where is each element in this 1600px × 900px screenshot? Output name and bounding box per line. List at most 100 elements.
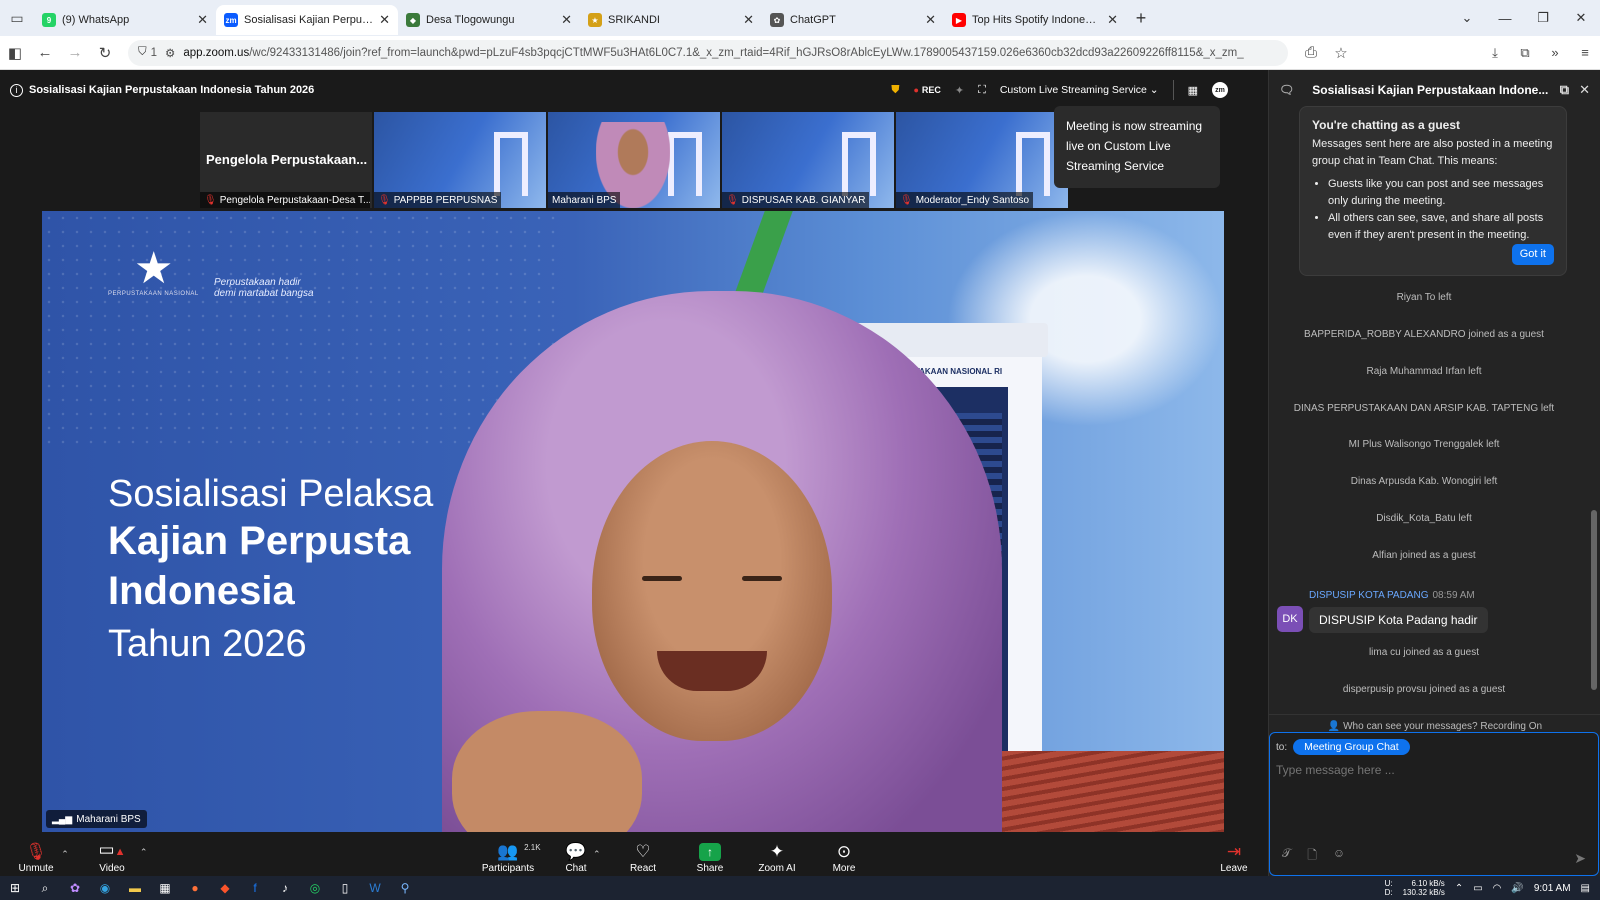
tiktok-icon[interactable]: ♪ (270, 881, 300, 895)
message-sender[interactable]: DISPUSIP KOTA PADANG (1309, 590, 1428, 601)
chat-system-event: Raja Muhammad Irfan left (1366, 366, 1482, 377)
browser-tab[interactable]: ✿ ChatGPT ✕ (762, 5, 944, 35)
file-explorer-icon[interactable]: ▬ (120, 881, 150, 895)
recipient-selector[interactable]: Meeting Group Chat (1293, 739, 1410, 755)
volume-icon[interactable]: 🔊 (1511, 883, 1523, 894)
slide-title-line-3: Indonesia (108, 569, 295, 613)
browser-tab[interactable]: ▶ Top Hits Spotify Indonesia 2026 ✕ (944, 5, 1126, 35)
browser-tab[interactable]: ◆ Desa Tlogowungu ✕ (398, 5, 580, 35)
tab-close-icon[interactable]: ✕ (1107, 12, 1118, 28)
minimize-button[interactable]: — (1486, 11, 1524, 26)
browser-tab[interactable]: 9 (9) WhatsApp ✕ (34, 5, 216, 35)
chat-button[interactable]: 💬 ⌃ Chat (546, 834, 606, 874)
menu-icon[interactable]: ≡ (1570, 45, 1600, 61)
tab-list-icon[interactable]: ▭ (0, 0, 34, 36)
attach-file-icon[interactable]: 🗋 (1307, 846, 1317, 867)
bookmark-star-icon[interactable]: ☆ (1326, 44, 1356, 62)
zoom-ai-button[interactable]: ✦ Zoom AI (747, 834, 807, 874)
tab-close-icon[interactable]: ✕ (197, 12, 208, 28)
chat-system-event: disperpusip provsu joined as a guest (1342, 684, 1506, 695)
security-shield-icon[interactable]: ⛊ (891, 84, 899, 97)
tab-close-icon[interactable]: ✕ (925, 12, 936, 28)
chat-options-caret[interactable]: ⌃ (593, 843, 601, 865)
start-windows-icon[interactable]: ⊞ (0, 881, 30, 895)
sidebar-toggle-icon[interactable]: ◧ (0, 44, 30, 62)
tagline-line-2: demi martabat bangsa (214, 288, 314, 299)
message-time: 08:59 AM (1432, 590, 1475, 601)
firefox-icon[interactable]: ● (180, 881, 210, 895)
tab-close-icon[interactable]: ✕ (743, 12, 754, 28)
install-app-icon[interactable]: ⎙ (1296, 44, 1326, 61)
brave-icon[interactable]: ◆ (210, 881, 240, 895)
participants-button[interactable]: 👥 2.1K Participants (478, 834, 541, 874)
format-text-icon[interactable]: 𝒯 (1282, 846, 1291, 867)
recording-indicator[interactable]: REC (913, 85, 941, 95)
extensions-icon[interactable]: ⧉ (1510, 45, 1540, 61)
wifi-icon[interactable]: ◠ (1493, 883, 1502, 894)
close-window-button[interactable]: ✕ (1562, 10, 1600, 26)
overflow-chevron-icon[interactable]: » (1540, 45, 1570, 61)
battery-icon[interactable]: ▭ (1473, 883, 1482, 894)
clock[interactable]: 9:01 AM (1534, 883, 1571, 894)
new-tab-button[interactable]: + (1126, 8, 1156, 29)
document-icon[interactable]: ▯ (330, 881, 360, 895)
back-button[interactable]: ← (30, 44, 60, 61)
participant-thumbnails: Pengelola Perpustakaan... 🎙 Pengelola Perp… (200, 112, 1068, 208)
share-label: Share (696, 863, 724, 874)
video-options-caret[interactable]: ⌃ (140, 841, 148, 863)
close-chat-icon[interactable]: ✕ (1579, 82, 1590, 98)
store-icon[interactable]: ▦ (150, 881, 180, 895)
edge-icon[interactable]: ◉ (90, 881, 120, 895)
restore-button[interactable]: ❐ (1524, 10, 1562, 26)
app-icon[interactable]: ⚲ (390, 881, 420, 895)
video-button[interactable]: ▭▲ ⌃ Video (82, 834, 148, 874)
message-visibility-notice[interactable]: 👤 Who can see your messages? Recording O… (1269, 714, 1600, 732)
download-icon[interactable]: ⤓ (1480, 45, 1510, 61)
unmute-button[interactable]: 🎙 ⌃ Unmute (6, 834, 69, 874)
thumbnail-nameplate: 🎙 Pengelola Perpustakaan-Desa T... (200, 192, 370, 208)
message-bubble[interactable]: DISPUSIP Kota Padang hadir (1309, 607, 1488, 633)
react-button[interactable]: ♡ React (613, 834, 673, 874)
live-stream-dropdown[interactable]: Custom Live Streaming Service ⌄ (1000, 84, 1159, 96)
browser-tab[interactable]: zm Sosialisasi Kajian Perpustakaan ✕ (216, 5, 398, 35)
participant-thumbnail[interactable]: Maharani BPS (548, 112, 720, 208)
site-permissions-icon[interactable]: ⚙ (165, 46, 175, 60)
participant-thumbnail[interactable]: Pengelola Perpustakaan... 🎙 Pengelola Perp… (200, 112, 372, 208)
share-button[interactable]: ↑ Share (680, 834, 740, 874)
view-layout-icon[interactable]: ▦ (1188, 84, 1198, 97)
emoji-icon[interactable]: ☺ (1333, 846, 1345, 867)
tab-close-icon[interactable]: ✕ (379, 12, 390, 28)
pop-out-icon[interactable]: ⧉ (1560, 82, 1569, 98)
tab-close-icon[interactable]: ✕ (561, 12, 572, 28)
send-icon[interactable]: ➤ (1574, 850, 1586, 867)
tray-chevron-icon[interactable]: ⌃ (1455, 883, 1463, 894)
active-speaker-video[interactable]: PERPUSTAKAAN NASIONAL RI ★ PERPUSTAKAAN … (42, 211, 1224, 832)
chat-message-input[interactable] (1276, 763, 1586, 777)
got-it-button[interactable]: Got it (1511, 244, 1554, 265)
facebook-icon[interactable]: f (240, 881, 270, 895)
copilot-icon[interactable]: ✿ (60, 881, 90, 895)
word-icon[interactable]: W (360, 881, 390, 895)
reload-button[interactable]: ↻ (90, 44, 120, 62)
participant-name: PAPPBB PERPUSNAS (393, 194, 498, 206)
zoom-ai-label: Zoom AI (758, 863, 796, 874)
fullscreen-icon[interactable]: ⛶ (978, 84, 986, 97)
notification-icon[interactable]: ▤ (1581, 883, 1590, 894)
forward-button[interactable]: → (60, 44, 90, 61)
participant-thumbnail[interactable]: 🎙 Moderator_Endy Santoso (896, 112, 1068, 208)
participant-thumbnail[interactable]: 🎙 PAPPBB PERPUSNAS (374, 112, 546, 208)
leave-button[interactable]: ⇥ Leave (1204, 834, 1264, 874)
more-button[interactable]: ⊙ More (814, 834, 874, 874)
search-icon[interactable]: ⌕ (30, 881, 60, 896)
shield-icon[interactable]: ⛉ (138, 46, 147, 59)
tab-search-icon[interactable]: ⌄ (1448, 10, 1486, 26)
avatar[interactable]: DK (1277, 606, 1303, 632)
browser-tab[interactable]: ★ SRIKANDI ✕ (580, 5, 762, 35)
meeting-info-icon[interactable]: i (10, 83, 23, 97)
participant-thumbnail[interactable]: 🎙 DISPUSAR KAB. GIANYAR (722, 112, 894, 208)
whatsapp-icon[interactable]: ◎ (300, 881, 330, 895)
audio-options-caret[interactable]: ⌃ (61, 843, 69, 865)
ai-sparkle-icon[interactable]: ✦ (955, 84, 964, 97)
chat-scroll-thumb[interactable] (1591, 510, 1597, 690)
url-field[interactable]: ⛉ 1 ⚙ app.zoom.us/wc/92433131486/join?re… (128, 39, 1288, 66)
